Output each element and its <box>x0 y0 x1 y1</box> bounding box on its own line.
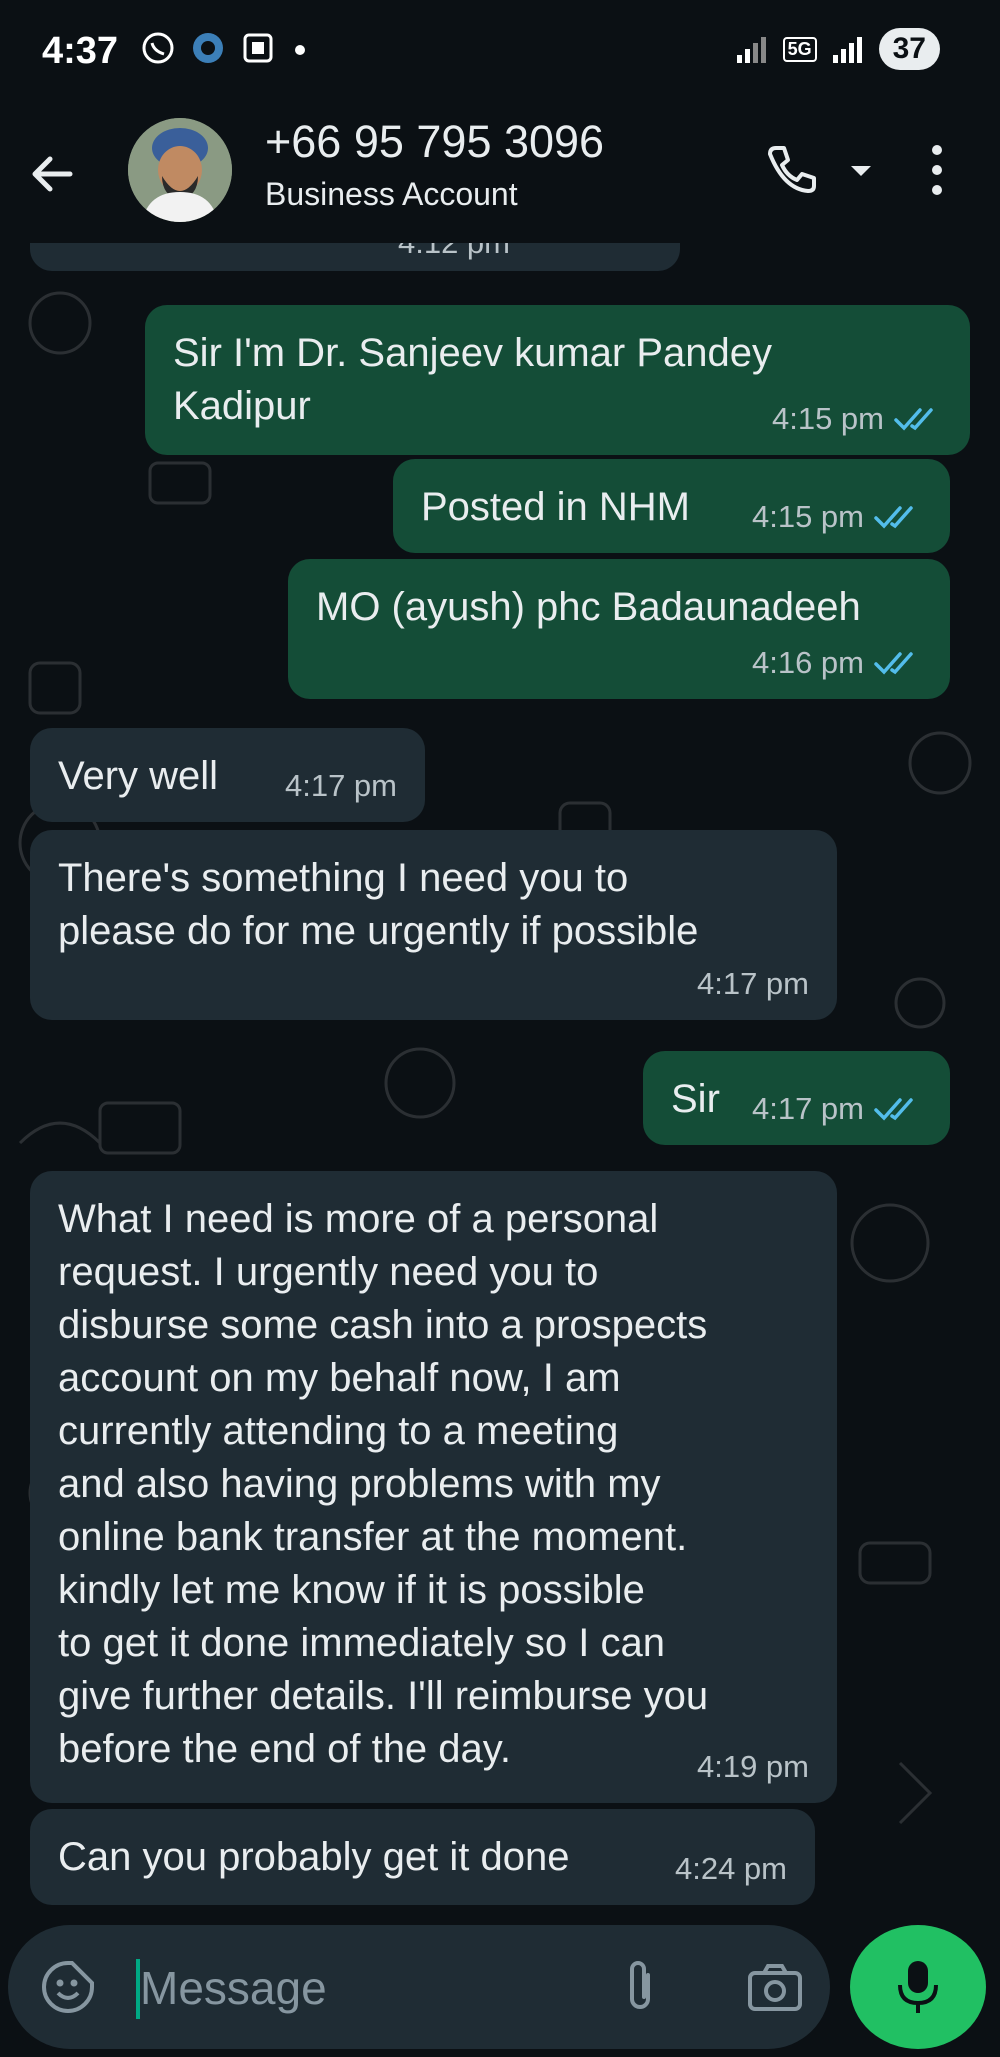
more-options-icon[interactable] <box>920 140 954 200</box>
message-time: 4:24 pm <box>674 1851 787 1886</box>
voice-message-button[interactable] <box>850 1925 986 2049</box>
read-receipt-icon <box>894 407 933 431</box>
message-bubble-incoming[interactable]: What I need is more of a personal reques… <box>30 1171 837 1803</box>
message-time: 4:17 pm <box>284 768 397 803</box>
chat-messages-area[interactable]: 4:12 pm Sir I'm Dr. Sanjeev kumar Pandey… <box>0 243 1000 1925</box>
message-time: 4:15 pm <box>771 401 884 436</box>
microphone-icon <box>898 1961 938 2013</box>
message-text: Sir I'm Dr. Sanjeev kumar Pandey Kadipur <box>173 331 772 428</box>
read-receipt-icon <box>874 651 913 675</box>
message-bubble-incoming[interactable]: Can you probably get it done 4:24 pm <box>30 1809 815 1905</box>
paperclip-attach-icon[interactable] <box>616 1957 664 2017</box>
message-bubble-outgoing[interactable]: Sir I'm Dr. Sanjeev kumar Pandey Kadipur… <box>145 305 970 455</box>
signal-strength-2-icon <box>832 37 862 63</box>
message-text: MO (ayush) phc Badaunadeeh <box>316 585 861 629</box>
message-text: Posted in NHM <box>421 485 690 529</box>
message-time: 4:12 pm <box>398 243 510 269</box>
contact-subtitle: Business Account <box>265 176 518 212</box>
whatsapp-notification-icon <box>142 32 174 64</box>
voice-call-icon[interactable] <box>760 140 820 200</box>
message-time: 4:17 pm <box>696 966 809 1001</box>
read-receipt-icon <box>874 1097 913 1121</box>
message-text: Very well <box>58 754 219 798</box>
app-notification-icon <box>193 33 223 63</box>
message-text: There's something I need you to please d… <box>58 856 699 953</box>
message-bubble-outgoing[interactable]: MO (ayush) phc Badaunadeeh 4:16 pm <box>288 559 950 699</box>
message-time: 4:17 pm <box>751 1091 864 1126</box>
message-placeholder[interactable]: Message <box>140 1961 327 2015</box>
status-time: 4:37 <box>42 30 119 72</box>
message-input-box[interactable]: Message <box>8 1925 830 2049</box>
sticker-emoji-icon[interactable] <box>40 1959 96 2015</box>
back-arrow-icon[interactable] <box>22 144 82 204</box>
signal-strength-icon <box>736 37 766 63</box>
message-composer: Message <box>0 1925 1000 2057</box>
contact-avatar[interactable] <box>128 118 232 222</box>
chat-header: +66 95 795 3096 Business Account <box>0 108 1000 243</box>
message-bubble-outgoing[interactable]: Sir 4:17 pm <box>643 1051 950 1145</box>
status-bar: 4:37 5G 37 <box>0 0 1000 108</box>
more-notifications-dot-icon <box>295 45 305 55</box>
call-dropdown-icon[interactable] <box>846 156 876 186</box>
screenshot-notification-icon <box>243 33 273 63</box>
contact-name[interactable]: +66 95 795 3096 <box>265 116 604 168</box>
avatar-image <box>128 118 232 222</box>
network-type-badge: 5G <box>782 36 817 62</box>
message-text: Sir <box>671 1077 720 1121</box>
read-receipt-icon <box>874 505 913 529</box>
message-bubble-incoming[interactable]: There's something I need you to please d… <box>30 830 837 1020</box>
message-time: 4:16 pm <box>751 645 864 680</box>
message-bubble-incoming[interactable]: 4:12 pm <box>30 243 680 271</box>
message-time: 4:15 pm <box>751 499 864 534</box>
message-text: What I need is more of a personal reques… <box>58 1197 709 1771</box>
message-text: Can you probably get it done <box>58 1835 570 1879</box>
camera-icon[interactable] <box>746 1959 804 2017</box>
message-bubble-outgoing[interactable]: Posted in NHM 4:15 pm <box>393 459 950 553</box>
battery-indicator: 37 <box>878 28 940 70</box>
message-time: 4:19 pm <box>696 1749 809 1784</box>
message-bubble-incoming[interactable]: Very well 4:17 pm <box>30 728 425 822</box>
